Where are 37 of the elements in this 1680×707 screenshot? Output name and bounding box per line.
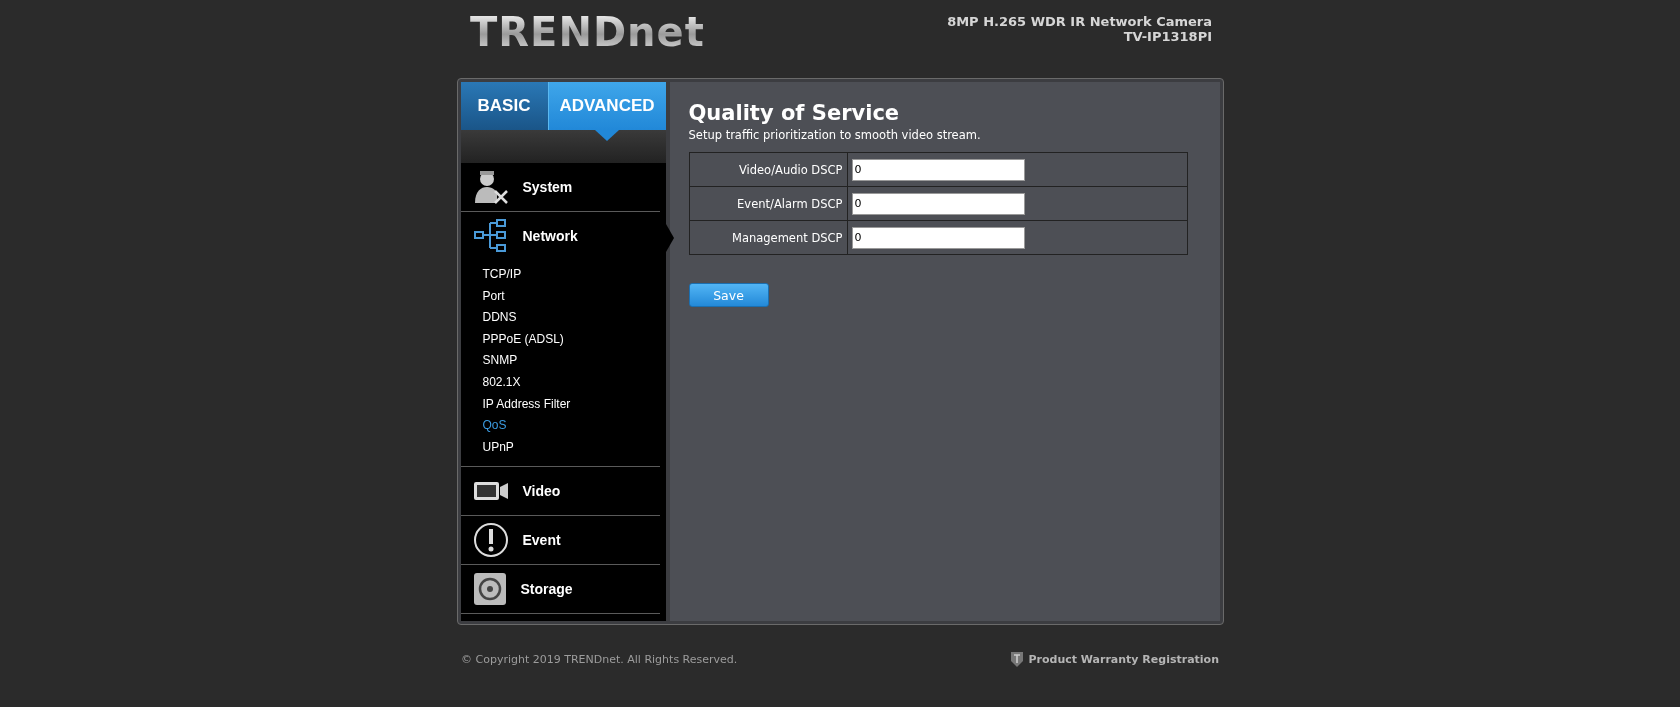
field-label: Event/Alarm DSCP <box>689 187 848 220</box>
section-label: Event <box>522 532 561 549</box>
input-field[interactable]: 0 <box>851 192 1025 215</box>
hard-drive-icon <box>472 572 507 607</box>
mode-tab[interactable]: BASIC <box>460 82 548 130</box>
technician-icon <box>472 169 509 205</box>
tab-pointer-notch <box>595 130 619 141</box>
section-label: Storage <box>520 581 573 598</box>
menu-section[interactable]: Event <box>460 516 660 566</box>
warranty-link[interactable]: Product Warranty Registration <box>1010 651 1219 668</box>
input-field[interactable]: 0 <box>851 226 1025 249</box>
menu-section[interactable]: System <box>460 163 660 212</box>
submenu-item[interactable]: QoS <box>482 415 507 437</box>
section-label: Video <box>522 483 561 500</box>
submenu-item[interactable]: DDNS <box>482 307 517 329</box>
page-description: Setup traffic prioritization to smooth video stream. <box>688 128 982 142</box>
menu-section[interactable]: Storage <box>460 565 660 615</box>
section-label: Network <box>522 228 578 244</box>
field-label: Video/Audio DSCP <box>689 153 848 186</box>
submenu-item[interactable]: TCP/IP <box>482 264 522 286</box>
input-field[interactable]: 0 <box>851 158 1025 181</box>
submenu-item[interactable]: UPnP <box>482 436 514 459</box>
submenu-item[interactable]: SNMP <box>482 350 518 372</box>
copyright-text: © Copyright 2019 TRENDnet. All Rights Reserved. <box>461 653 738 666</box>
exclamation-icon <box>472 522 509 559</box>
submenu-item[interactable]: IP Address Filter <box>482 393 571 416</box>
menu-section[interactable]: Video <box>460 467 660 517</box>
page-title: Quality of Service <box>688 100 901 126</box>
model-number: TV-IP1318PI <box>1123 29 1212 44</box>
network-tree-icon <box>472 218 509 254</box>
shield-icon <box>1010 651 1025 668</box>
field-label: Management DSCP <box>689 221 848 254</box>
submenu-item[interactable]: Port <box>482 285 505 308</box>
submenu-item[interactable]: PPPoE (ADSL) <box>482 328 564 351</box>
section-label: System <box>522 179 573 195</box>
submenu-item[interactable]: 802.1X <box>482 371 521 394</box>
product-name: 8MP H.265 WDR IR Network Camera <box>947 14 1212 29</box>
